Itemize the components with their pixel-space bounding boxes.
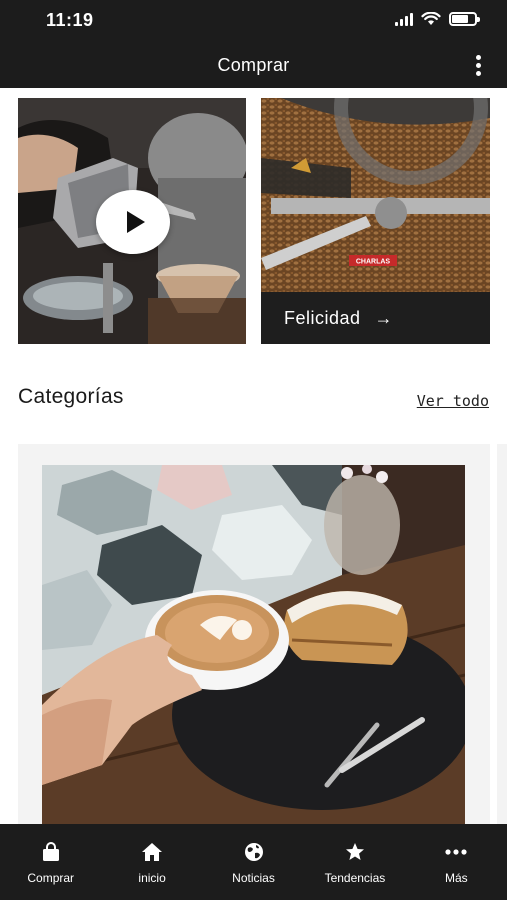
see-all-link[interactable]: Ver todo — [417, 392, 489, 410]
nav-item-inicio[interactable]: inicio — [101, 824, 202, 900]
nav-label: Más — [444, 871, 468, 885]
latte-cake-image — [42, 465, 465, 824]
nav-item-noticias[interactable]: Noticias — [203, 824, 304, 900]
section-title: Categorías — [18, 385, 124, 408]
nav-label: Comprar — [27, 871, 75, 885]
more-dots-icon — [445, 849, 467, 855]
promo-label: Felicidad — [284, 307, 361, 328]
bottom-nav: Comprar inicio Noticias Tendencias Más — [0, 824, 507, 900]
cellular-signal-icon — [395, 12, 413, 26]
promo-card[interactable]: CHARLAS Felicidad → — [261, 98, 490, 344]
nav-item-comprar[interactable]: Comprar — [0, 824, 101, 900]
battery-fill — [452, 15, 468, 23]
nav-item-tendencias[interactable]: Tendencias — [304, 824, 405, 900]
play-icon — [126, 211, 145, 233]
wifi-icon — [421, 12, 441, 25]
status-time: 11:19 — [46, 10, 94, 30]
category-card[interactable] — [18, 444, 490, 824]
category-image — [42, 465, 465, 824]
brand-tag: CHARLAS — [356, 259, 391, 266]
star-icon — [345, 843, 364, 860]
nav-label: Tendencias — [324, 871, 386, 885]
nav-item-mas[interactable]: Más — [406, 824, 507, 900]
category-card-next[interactable] — [497, 444, 507, 824]
shopping-bag-icon — [42, 842, 59, 861]
promo-footer[interactable]: Felicidad → — [261, 292, 490, 344]
status-icons — [395, 12, 480, 26]
page-title: Comprar — [217, 55, 290, 75]
app-header: Comprar — [0, 42, 507, 88]
globe-icon — [244, 843, 263, 861]
battery-icon — [449, 12, 480, 26]
nav-label: Noticias — [232, 871, 275, 885]
main-content[interactable]: CHARLAS Felicidad → Categorías Ver todo — [0, 88, 507, 824]
nav-label: inicio — [138, 871, 166, 885]
play-button[interactable] — [96, 190, 170, 254]
more-options-icon[interactable] — [463, 50, 493, 80]
status-bar: 11:19 — [0, 0, 507, 42]
arrow-right-icon: → — [374, 307, 393, 328]
home-icon — [142, 843, 163, 861]
video-card[interactable] — [18, 98, 246, 344]
coffee-roaster-image: CHARLAS — [261, 98, 490, 292]
